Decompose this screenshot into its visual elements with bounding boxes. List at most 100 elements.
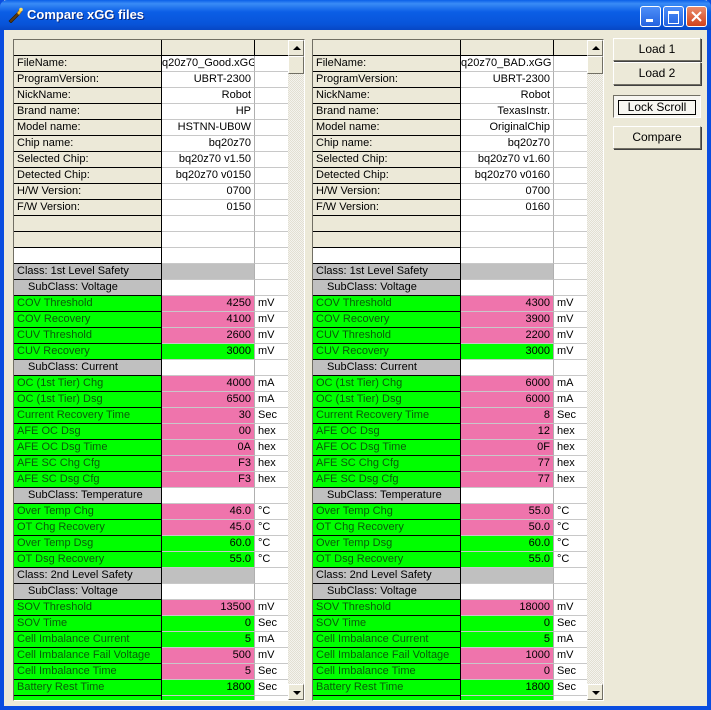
minimize-button[interactable]	[640, 6, 661, 27]
left-file-grid[interactable]: FileName: q20z70_Good.xGG ProgramVersion: U…	[14, 40, 304, 700]
param-value-match[interactable]: 55.0	[162, 552, 255, 568]
param-row-afe-sc-chg-cfg[interactable]: AFE SC Chg Cfg 77 hex	[313, 456, 587, 472]
param-row-afe-oc-dsg-time[interactable]: AFE OC Dsg Time 0A hex	[14, 440, 288, 456]
param-row-cell-imbalance-fail-voltage[interactable]: Cell Imbalance Fail Voltage 500 mV	[14, 648, 288, 664]
subclass-header-row[interactable]: SubClass: Current	[14, 360, 288, 376]
blank-row[interactable]	[313, 232, 587, 248]
param-value-mismatch[interactable]: 00	[162, 424, 255, 440]
param-row-cov-threshold[interactable]: COV Threshold 4250 mV	[14, 296, 288, 312]
param-row-current-recovery-time[interactable]: Current Recovery Time 8 Sec	[313, 408, 587, 424]
param-row-cov-recovery[interactable]: COV Recovery 4100 mV	[14, 312, 288, 328]
close-button[interactable]	[686, 6, 707, 27]
param-value-mismatch[interactable]: 1000	[461, 648, 554, 664]
param-value-mismatch[interactable]: 77	[461, 456, 554, 472]
info-row-filename[interactable]: FileName: q20z70_BAD.xGG	[313, 56, 587, 72]
param-value-mismatch[interactable]: 30	[162, 408, 255, 424]
param-row-cell-imbalance-time[interactable]: Cell Imbalance Time 5 Sec	[14, 664, 288, 680]
param-row-cuv-threshold[interactable]: CUV Threshold 2200 mV	[313, 328, 587, 344]
info-row-programversion[interactable]: ProgramVersion: UBRT-2300	[313, 72, 587, 88]
param-value-match[interactable]: 3000	[162, 344, 255, 360]
param-value-mismatch[interactable]: 4100	[162, 312, 255, 328]
param-row-over-temp-dsg[interactable]: Over Temp Dsg 60.0 °C	[14, 536, 288, 552]
class-header-row[interactable]: Class: 1st Level Safety	[313, 264, 587, 280]
class-header-row[interactable]: Class: 2nd Level Safety	[14, 568, 288, 584]
param-value-match[interactable]: 55.0	[461, 552, 554, 568]
param-value-mismatch[interactable]: 50.0	[461, 520, 554, 536]
param-value-match[interactable]: 60.0	[162, 536, 255, 552]
param-row-over-temp-chg[interactable]: Over Temp Chg 55.0 °C	[313, 504, 587, 520]
param-value-match[interactable]: 3000	[461, 344, 554, 360]
param-row-battery-rest-time[interactable]: Battery Rest Time 1800 Sec	[14, 680, 288, 696]
param-value-match[interactable]: 5	[461, 632, 554, 648]
param-row-afe-oc-dsg[interactable]: AFE OC Dsg 12 hex	[313, 424, 587, 440]
param-row-cell-imbalance-time[interactable]: Cell Imbalance Time 0 Sec	[313, 664, 587, 680]
param-value-mismatch[interactable]: 12	[461, 424, 554, 440]
info-row-detected-chip[interactable]: Detected Chip: bq20z70 v0150	[14, 168, 288, 184]
param-row-cov-threshold[interactable]: COV Threshold 4300 mV	[313, 296, 587, 312]
param-value-match[interactable]: 5	[162, 632, 255, 648]
blank-row[interactable]	[14, 232, 288, 248]
info-row-f-w-version[interactable]: F/W Version: 0160	[313, 200, 587, 216]
param-row-cuv-threshold[interactable]: CUV Threshold 2600 mV	[14, 328, 288, 344]
info-row-brand-name[interactable]: Brand name: TexasInstr.	[313, 104, 587, 120]
info-row-f-w-version[interactable]: F/W Version: 0150	[14, 200, 288, 216]
param-row-sov-time[interactable]: SOV Time 0 Sec	[14, 616, 288, 632]
param-value-mismatch[interactable]: F3	[162, 456, 255, 472]
blank-row[interactable]	[313, 248, 587, 264]
subclass-header-row[interactable]: SubClass: Current	[313, 360, 587, 376]
left-scroll-thumb[interactable]	[288, 56, 304, 74]
param-value-mismatch[interactable]: 46.0	[162, 504, 255, 520]
info-row-nickname[interactable]: NickName: Robot	[313, 88, 587, 104]
param-value-mismatch[interactable]: 6000	[461, 376, 554, 392]
info-row-brand-name[interactable]: Brand name: HP	[14, 104, 288, 120]
param-row-ot-dsg-recovery[interactable]: OT Dsg Recovery 55.0 °C	[313, 552, 587, 568]
param-value-match[interactable]: 1800	[461, 680, 554, 696]
param-value-mismatch[interactable]: 45.0	[162, 520, 255, 536]
param-value-mismatch[interactable]: 8	[461, 408, 554, 424]
right-scroll-thumb[interactable]	[587, 56, 603, 74]
param-value-mismatch[interactable]: 500	[162, 648, 255, 664]
info-row-h-w-version[interactable]: H/W Version: 0700	[14, 184, 288, 200]
lock-scroll-toggle[interactable]: Lock Scroll	[613, 95, 701, 118]
subclass-header-row[interactable]: SubClass: Voltage	[14, 584, 288, 600]
load-1-button[interactable]: Load 1	[613, 38, 701, 61]
param-value-mismatch[interactable]: 0A	[162, 440, 255, 456]
param-value-mismatch[interactable]: 3900	[461, 312, 554, 328]
param-value-match[interactable]: 60.0	[461, 536, 554, 552]
info-row-filename[interactable]: FileName: q20z70_Good.xGG	[14, 56, 288, 72]
grid-header-row[interactable]	[14, 40, 288, 56]
param-row-battery-rest-time[interactable]: Battery Rest Time 1800 Sec	[313, 680, 587, 696]
param-row-oc-1st-tier-chg[interactable]: OC (1st Tier) Chg 6000 mA	[313, 376, 587, 392]
param-row-afe-oc-dsg-time[interactable]: AFE OC Dsg Time 0F hex	[313, 440, 587, 456]
param-row-afe-sc-dsg-cfg[interactable]: AFE SC Dsg Cfg 77 hex	[313, 472, 587, 488]
maximize-button[interactable]	[663, 6, 684, 27]
info-row-chip-name[interactable]: Chip name: bq20z70	[14, 136, 288, 152]
info-row-selected-chip[interactable]: Selected Chip: bq20z70 v1.60	[313, 152, 587, 168]
right-scroll-down-button[interactable]	[587, 684, 603, 700]
param-row-partial[interactable]	[313, 696, 587, 700]
right-vertical-scrollbar[interactable]	[587, 40, 603, 700]
param-value-mismatch[interactable]: 5	[162, 664, 255, 680]
param-row-cov-recovery[interactable]: COV Recovery 3900 mV	[313, 312, 587, 328]
title-bar[interactable]: Compare xGG files	[0, 0, 711, 30]
param-value-mismatch[interactable]: 2600	[162, 328, 255, 344]
param-row-oc-1st-tier-dsg[interactable]: OC (1st Tier) Dsg 6500 mA	[14, 392, 288, 408]
grid-header-row[interactable]	[313, 40, 587, 56]
left-scroll-down-button[interactable]	[288, 684, 304, 700]
info-row-chip-name[interactable]: Chip name: bq20z70	[313, 136, 587, 152]
param-row-ot-chg-recovery[interactable]: OT Chg Recovery 45.0 °C	[14, 520, 288, 536]
param-value-match[interactable]: 0	[461, 616, 554, 632]
param-row-cell-imbalance-current[interactable]: Cell Imbalance Current 5 mA	[14, 632, 288, 648]
param-value-mismatch[interactable]: 0	[461, 664, 554, 680]
info-row-h-w-version[interactable]: H/W Version: 0700	[313, 184, 587, 200]
blank-row[interactable]	[14, 216, 288, 232]
param-row-cuv-recovery[interactable]: CUV Recovery 3000 mV	[14, 344, 288, 360]
param-value-mismatch[interactable]: 4250	[162, 296, 255, 312]
class-header-row[interactable]: Class: 1st Level Safety	[14, 264, 288, 280]
param-value-mismatch[interactable]: 55.0	[461, 504, 554, 520]
param-row-ot-dsg-recovery[interactable]: OT Dsg Recovery 55.0 °C	[14, 552, 288, 568]
info-row-model-name[interactable]: Model name: HSTNN-UB0W	[14, 120, 288, 136]
param-row-sov-threshold[interactable]: SOV Threshold 13500 mV	[14, 600, 288, 616]
subclass-header-row[interactable]: SubClass: Temperature	[313, 488, 587, 504]
param-value-mismatch[interactable]: 77	[461, 472, 554, 488]
